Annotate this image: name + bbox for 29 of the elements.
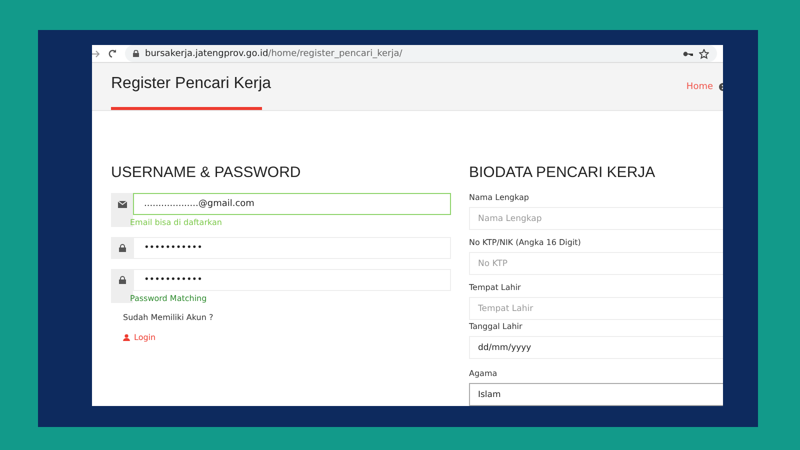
login-link[interactable]: Login	[123, 333, 156, 342]
password-field[interactable]: •••••••••••	[133, 237, 451, 259]
field-label: No KTP/NIK (Angka 16 Digit)	[469, 238, 582, 247]
email-field[interactable]: ...................@gmail.com	[133, 193, 451, 215]
star-icon[interactable]	[699, 48, 709, 59]
envelope-icon	[118, 200, 126, 208]
url-host: bursakerja.jatengprov.go.id	[145, 48, 268, 59]
field-label: Agama	[469, 369, 498, 378]
date-field[interactable]: dd/mm/yyyy	[469, 336, 723, 359]
section-heading: BIODATA PENCARI KERJA	[469, 164, 656, 181]
lock-icon	[133, 50, 139, 58]
password-field[interactable]: •••••••••••	[133, 269, 451, 291]
validation-message: Email bisa di daftarkan	[130, 218, 223, 227]
lock-icon	[118, 276, 126, 284]
forward-icon[interactable]	[92, 50, 100, 58]
key-icon[interactable]	[683, 50, 693, 57]
address-bar[interactable]: bursakerja.jatengprov.go.id/home/register_pencari_kerja/	[125, 45, 717, 62]
field-label: Tanggal Lahir	[469, 322, 524, 331]
user-icon	[123, 334, 130, 341]
page-title: Register Pencari Kerja	[111, 75, 272, 93]
select-field[interactable]: Islam	[469, 383, 723, 406]
field-label: Tempat Lahir	[469, 283, 522, 292]
section-heading: USERNAME & PASSWORD	[111, 164, 302, 181]
login-prompt: Sudah Memiliki Akun ?	[123, 313, 214, 322]
validation-message: Password Matching	[130, 294, 208, 303]
url-path: /home/register_pencari_kerja/	[268, 48, 402, 59]
field-label: Nama Lengkap	[469, 193, 530, 202]
lock-icon	[118, 244, 126, 252]
reload-icon[interactable]	[108, 49, 117, 58]
